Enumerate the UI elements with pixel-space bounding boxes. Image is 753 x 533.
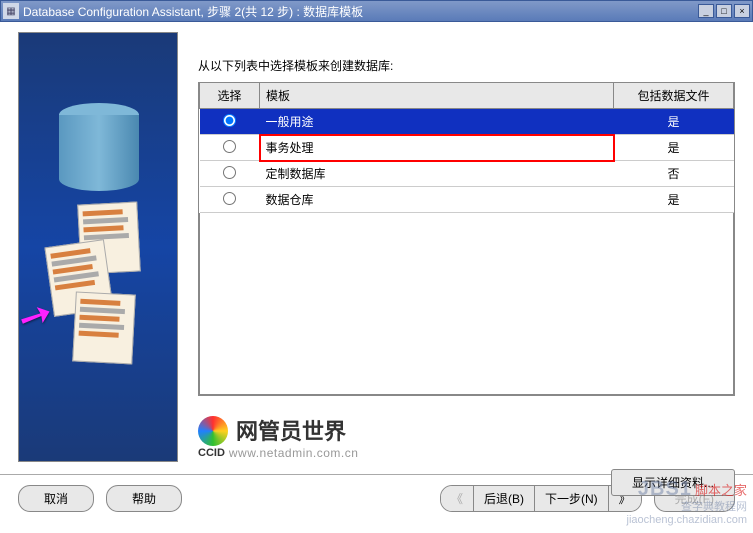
template-includes-cell: 否 [614,161,734,187]
template-name-cell: 数据仓库 [260,187,614,213]
template-name-cell: 定制数据库 [260,161,614,187]
watermark-brand: 网管员世界 [236,414,346,446]
wizard-illustration: ➚ [18,32,178,462]
show-details-button[interactable]: 显示详细资料... [611,469,735,496]
template-radio[interactable] [223,166,236,179]
template-includes-cell: 是 [614,187,734,213]
page-watermark: 网管员世界 [198,414,346,446]
template-table: 选择 模板 包括数据文件 一般用途是事务处理是定制数据库否数据仓库是 [198,82,735,396]
template-includes-cell: 是 [614,109,734,135]
help-button[interactable]: 帮助 [106,485,182,512]
window-controls: _ □ × [696,4,750,18]
next-button[interactable]: 下一步(N) [535,486,609,511]
table-row[interactable]: 一般用途是 [200,109,734,135]
close-button[interactable]: × [734,4,750,18]
window-title: Database Configuration Assistant, 步骤 2(共… [23,3,696,20]
cancel-button[interactable]: 取消 [18,485,94,512]
window-titlebar: ▦ Database Configuration Assistant, 步骤 2… [0,0,753,22]
back-arrow-button[interactable]: 《 [441,486,474,511]
table-row[interactable]: 定制数据库否 [200,161,734,187]
template-radio[interactable] [223,192,236,205]
maximize-button[interactable]: □ [716,4,732,18]
template-name-cell: 事务处理 [260,135,614,161]
watermark-logo-icon [198,416,228,446]
table-row[interactable]: 事务处理是 [200,135,734,161]
column-header-template: 模板 [260,83,614,109]
instruction-text: 从以下列表中选择模板来创建数据库: [198,57,735,74]
table-row[interactable]: 数据仓库是 [200,187,734,213]
app-icon: ▦ [3,3,19,19]
template-radio[interactable] [223,140,236,153]
template-name-cell: 一般用途 [260,109,614,135]
watermark-sub: CCID www.netadmin.com.cn [198,446,358,460]
template-radio[interactable] [223,114,236,127]
template-includes-cell: 是 [614,135,734,161]
minimize-button[interactable]: _ [698,4,714,18]
back-button[interactable]: 后退(B) [474,486,535,511]
column-header-includes: 包括数据文件 [614,83,734,109]
column-header-select: 选择 [200,83,260,109]
